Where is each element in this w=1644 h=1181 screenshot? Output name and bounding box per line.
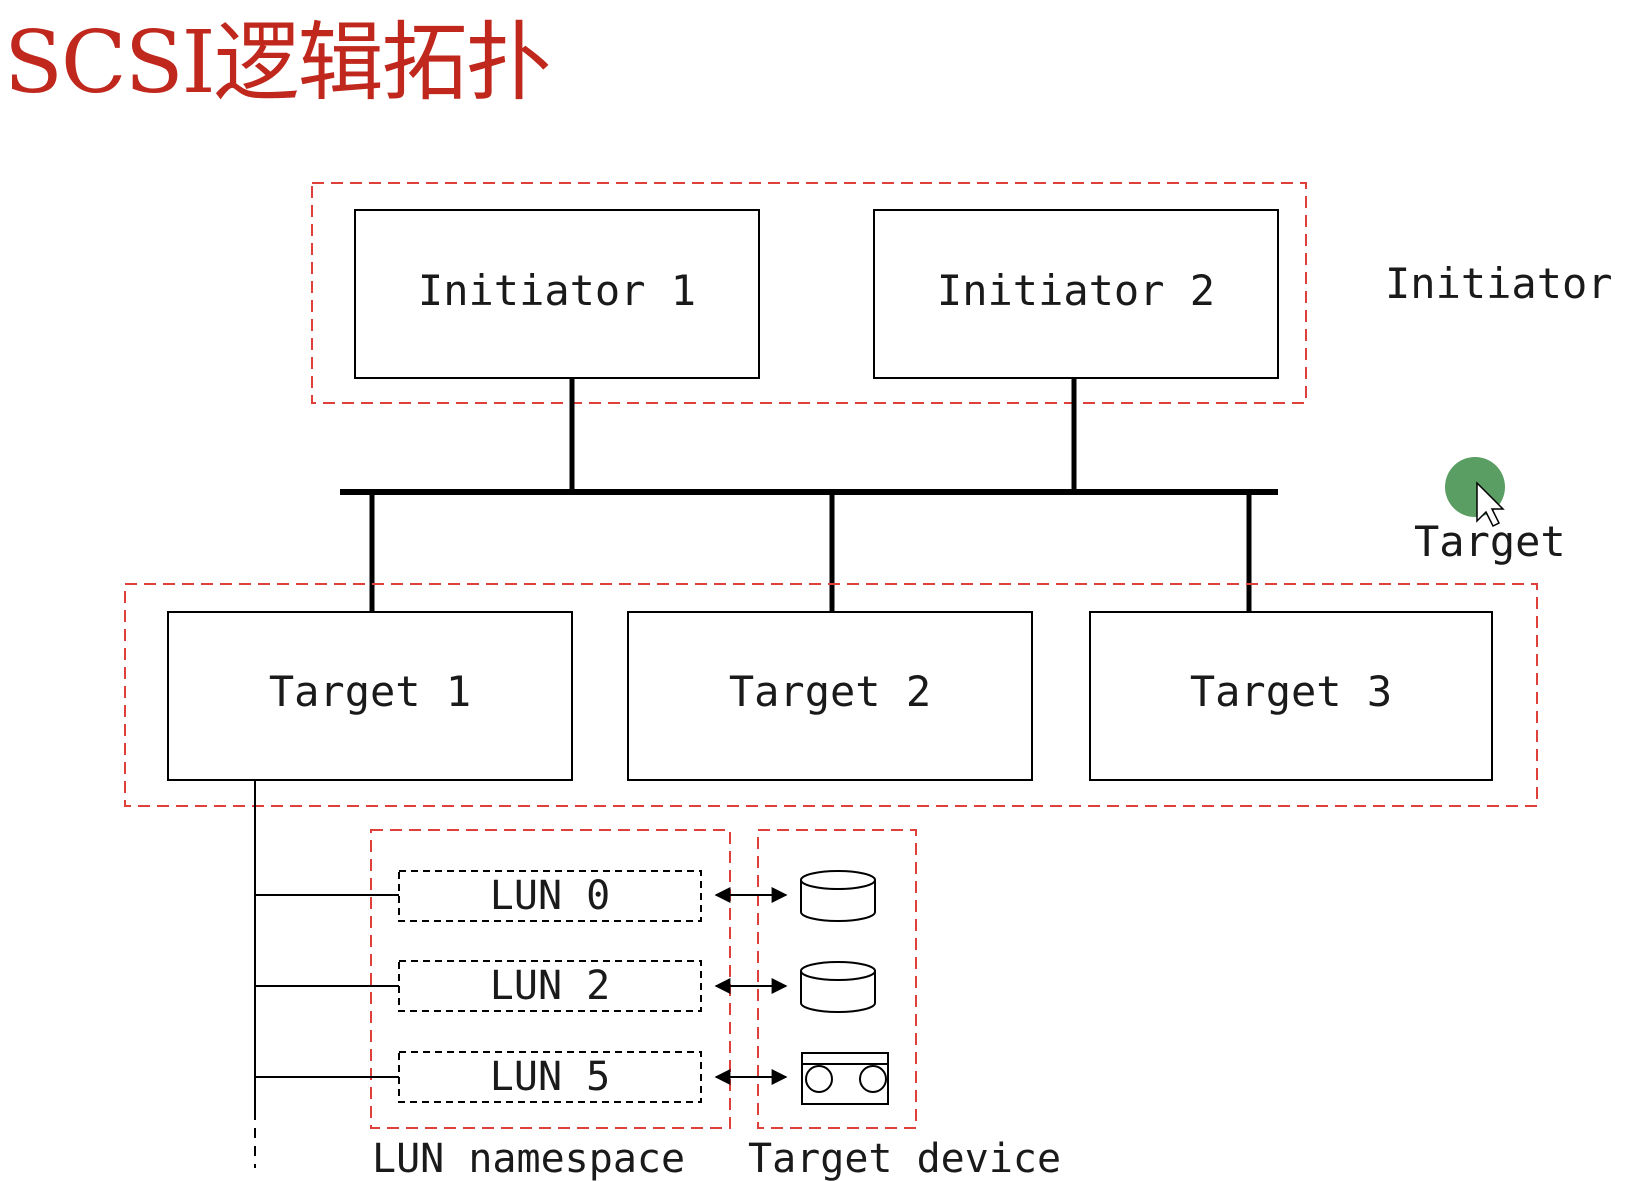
target-label-3: Target 3	[1190, 667, 1392, 716]
initiator-label-2: Initiator 2	[937, 266, 1215, 315]
lun-namespace-label: LUN namespace	[372, 1136, 685, 1181]
target-label-2: Target 2	[729, 667, 931, 716]
disk-icon	[800, 961, 876, 1013]
lun-label-0: LUN 0	[490, 873, 610, 919]
target-device-label: Target device	[748, 1136, 1061, 1181]
scsi-topology-diagram: Initiator 1 Initiator 2 Initiator Target…	[124, 182, 1613, 1181]
diagram-canvas: SCSI逻辑拓扑 Initiator 1 Initiator 2 Initiat…	[0, 0, 1644, 1181]
target-group-label: Target	[1414, 517, 1566, 566]
tape-icon	[801, 1052, 889, 1105]
target-box-1: Target 1	[167, 611, 573, 781]
initiator-label-1: Initiator 1	[418, 266, 696, 315]
lun-row-0: LUN 0	[255, 870, 876, 922]
target-box-2: Target 2	[627, 611, 1033, 781]
lun-row-2: LUN 2	[255, 960, 876, 1013]
initiator-box-2: Initiator 2	[873, 209, 1279, 379]
lun-label-2: LUN 2	[490, 963, 610, 1009]
initiator-box-1: Initiator 1	[354, 209, 760, 379]
target-box-3: Target 3	[1089, 611, 1493, 781]
target-label-1: Target 1	[269, 667, 471, 716]
disk-icon	[800, 870, 876, 922]
initiator-group-label: Initiator	[1385, 259, 1613, 308]
lun-label-5: LUN 5	[490, 1054, 610, 1100]
lun-row-5: LUN 5	[255, 1051, 889, 1105]
